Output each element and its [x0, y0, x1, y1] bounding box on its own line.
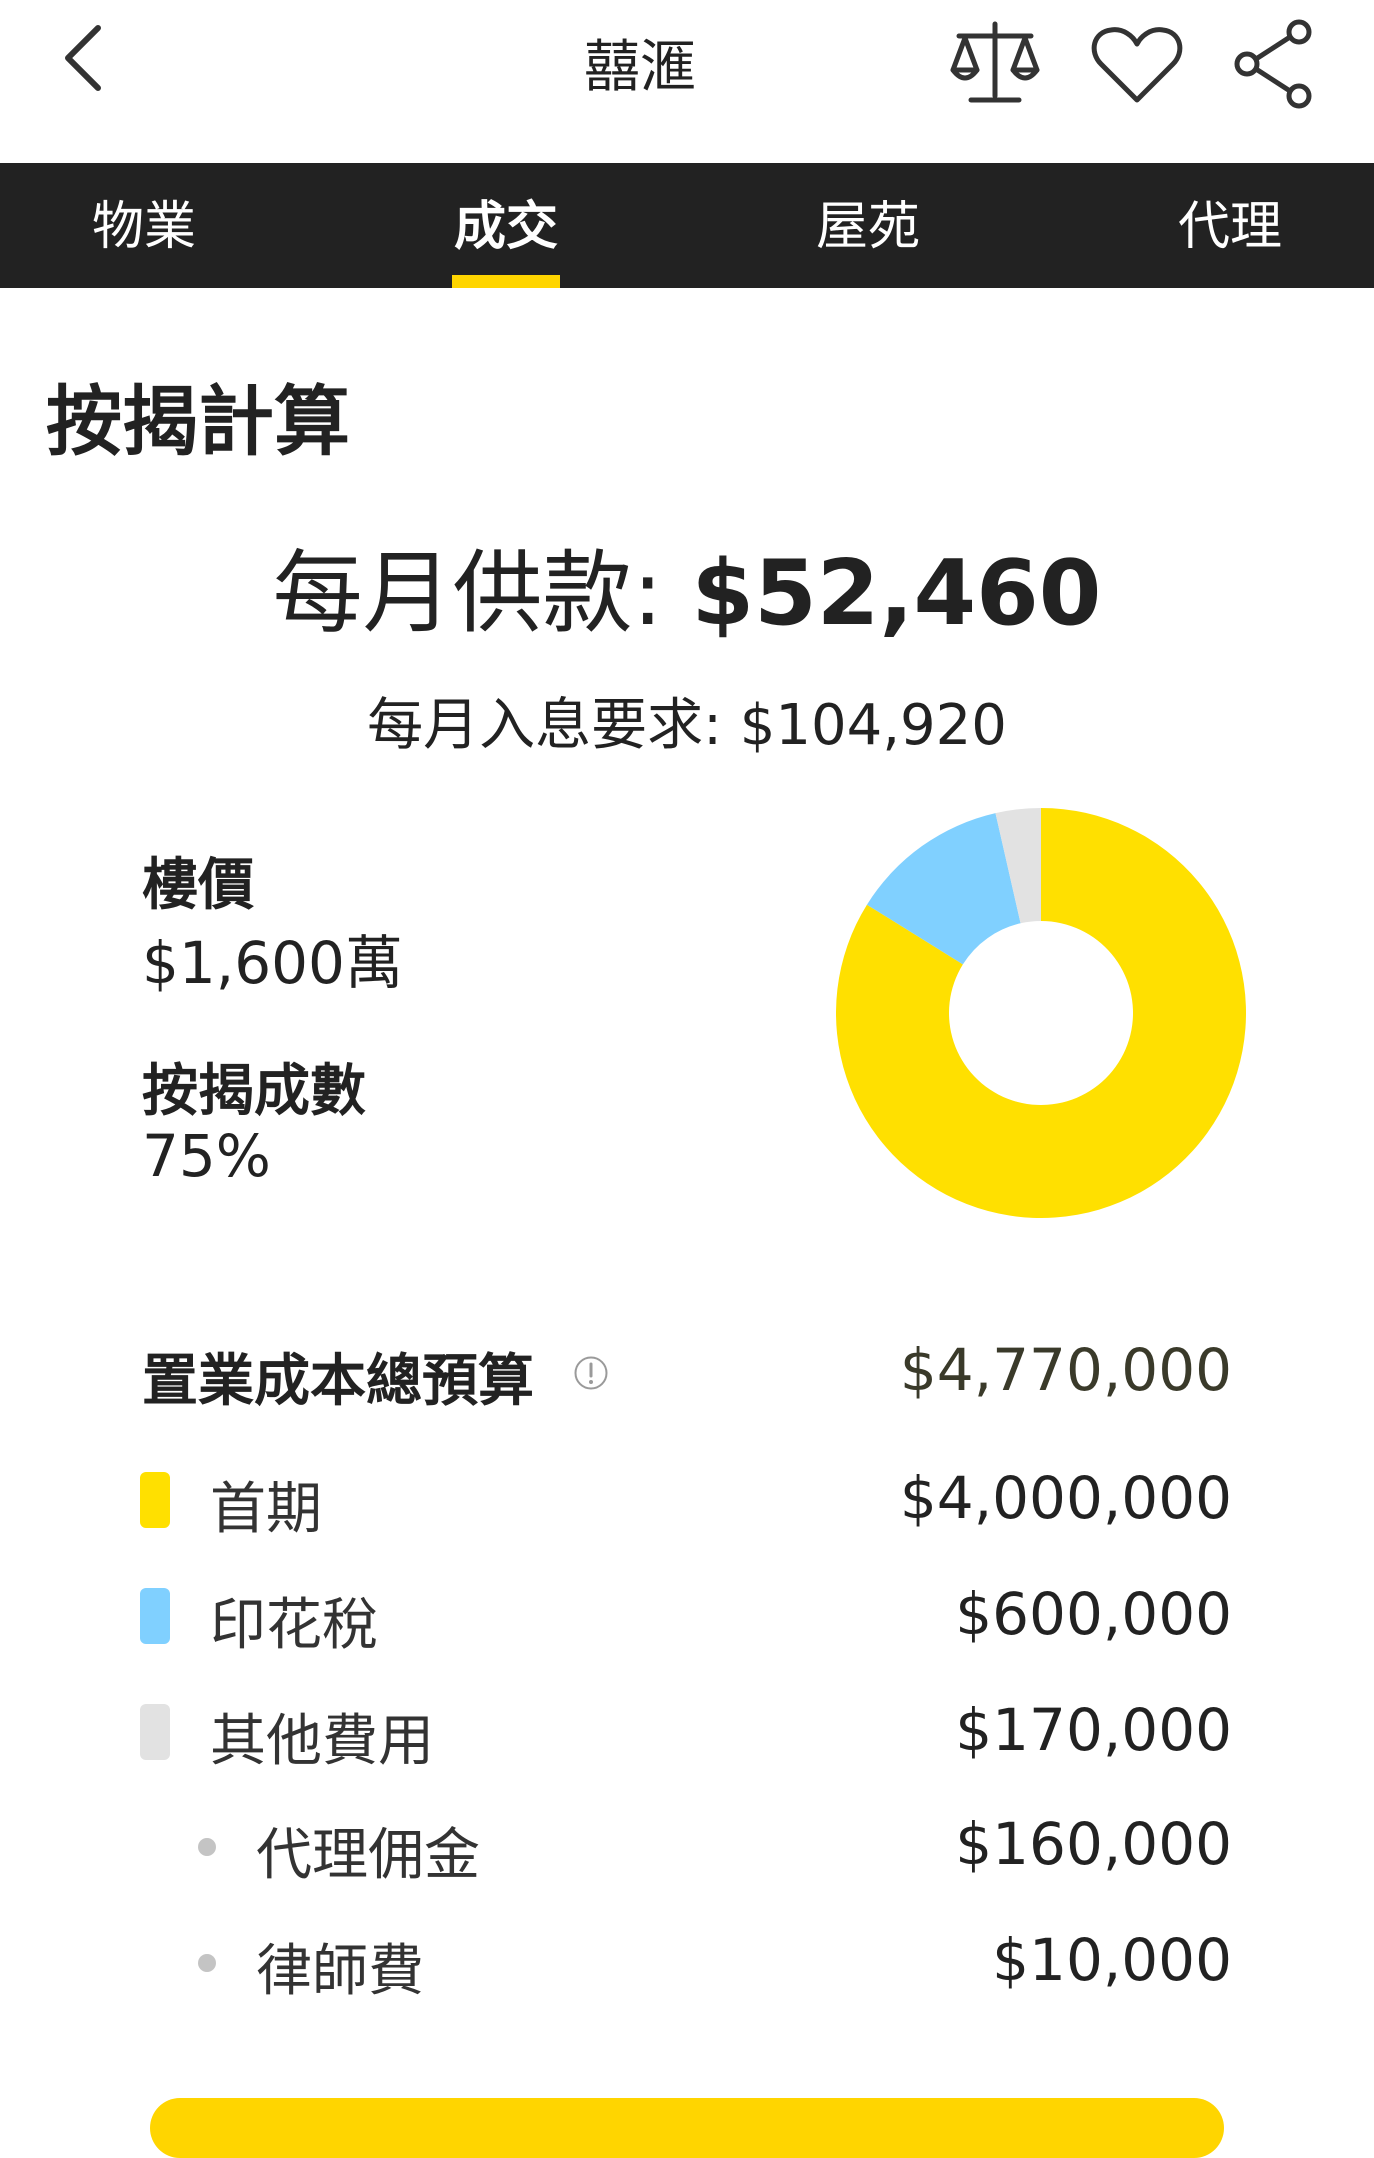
sub-item-value: $10,000: [992, 1926, 1232, 1994]
budget-item-value: $4,000,000: [899, 1464, 1232, 1532]
tab-properties[interactable]: 物業: [24, 163, 264, 288]
tab-label: 成交: [453, 197, 558, 257]
monthly-payment: 每月供款: $52,460: [0, 520, 1374, 650]
mortgage-ratio-value: 75%: [142, 1122, 271, 1190]
share-button[interactable]: [1225, 14, 1325, 114]
share-icon: [1234, 19, 1312, 109]
sub-item-value: $160,000: [955, 1810, 1232, 1878]
sub-item-label: 代理佣金: [256, 1823, 480, 1888]
sub-item-label: 律師費: [256, 1939, 424, 2004]
info-button[interactable]: [573, 1355, 609, 1391]
budget-item-value: $600,000: [955, 1580, 1232, 1648]
active-tab-indicator: [452, 275, 560, 288]
tab-label: 物業: [91, 197, 196, 257]
price-label: 樓價: [142, 853, 254, 918]
top-header: 囍滙: [0, 0, 1374, 163]
budget-title: 置業成本總預算: [142, 1349, 534, 1414]
budget-item-label: 其他費用: [210, 1709, 434, 1774]
budget-item-label: 印花稅: [210, 1593, 378, 1658]
favorite-button[interactable]: [1087, 14, 1187, 114]
tab-label: 代理: [1177, 197, 1282, 257]
calculate-button[interactable]: [150, 2098, 1224, 2158]
monthly-payment-value: $52,460: [691, 541, 1102, 646]
tab-bar: 物業 成交 屋苑 代理: [0, 163, 1374, 288]
cost-donut-chart: [836, 808, 1246, 1218]
income-requirement: 每月入息要求: $104,920: [367, 693, 1007, 758]
budget-item-value: $170,000: [955, 1696, 1232, 1764]
mortgage-ratio-label: 按揭成數: [142, 1059, 366, 1124]
tab-transactions[interactable]: 成交: [386, 163, 626, 288]
info-icon: [574, 1356, 608, 1390]
compare-button[interactable]: [945, 14, 1045, 114]
section-title: 按揭計算: [46, 377, 350, 466]
price-value: $1,600萬: [142, 929, 403, 997]
budget-item-label: 首期: [210, 1477, 322, 1542]
monthly-payment-label: 每月供款:: [272, 541, 692, 646]
heart-icon: [1091, 27, 1183, 103]
tab-estates[interactable]: 屋苑: [748, 163, 988, 288]
tab-agents[interactable]: 代理: [1110, 163, 1350, 288]
bullet-dot: [198, 1954, 216, 1972]
legend-swatch-downpayment: [140, 1472, 170, 1528]
bullet-dot: [198, 1838, 216, 1856]
legend-swatch-other-fees: [140, 1704, 170, 1760]
budget-total: $4,770,000: [899, 1336, 1232, 1404]
legend-swatch-stamp-duty: [140, 1588, 170, 1644]
scale-icon: [950, 21, 1040, 103]
tab-label: 屋苑: [815, 197, 920, 257]
